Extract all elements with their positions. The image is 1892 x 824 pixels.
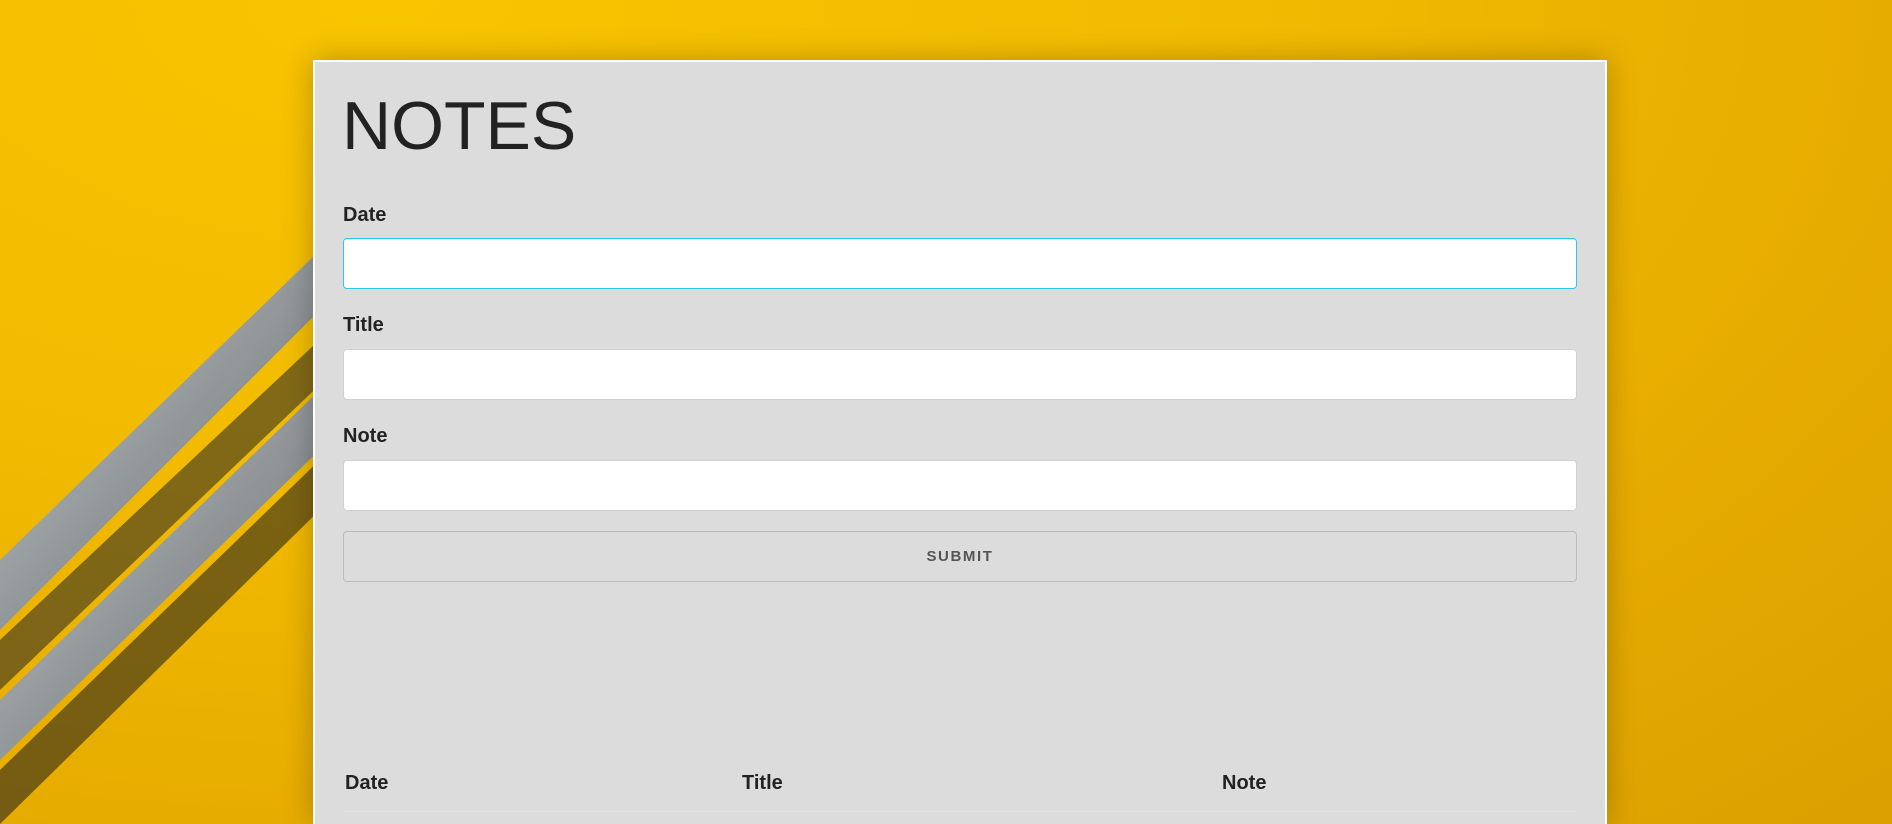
submit-button[interactable]: SUBMIT xyxy=(343,531,1577,582)
title-label: Title xyxy=(343,314,384,336)
note-input[interactable] xyxy=(343,460,1577,511)
notes-table-header-row: Date Title Note xyxy=(343,757,1577,812)
column-header-note: Note xyxy=(1220,757,1577,812)
column-header-date: Date xyxy=(343,757,740,812)
date-label: Date xyxy=(343,204,387,226)
notes-card: NOTES Date Title Note SUBMIT Date Title … xyxy=(313,60,1607,824)
page-title: NOTES xyxy=(342,88,577,164)
notes-table: Date Title Note xyxy=(343,757,1577,812)
note-label: Note xyxy=(343,425,388,447)
date-input[interactable] xyxy=(343,238,1577,289)
column-header-title: Title xyxy=(740,757,1220,812)
title-input[interactable] xyxy=(343,349,1577,400)
